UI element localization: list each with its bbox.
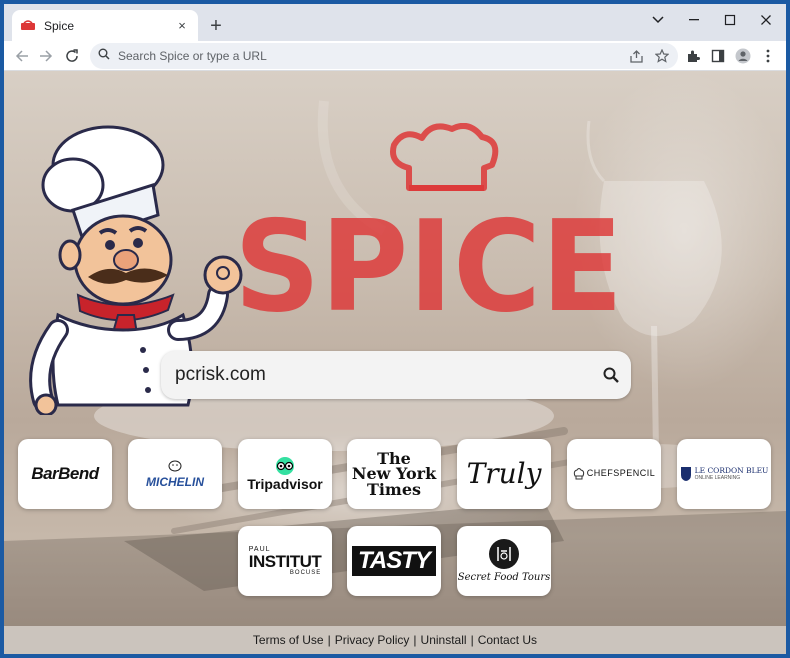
tab-strip: Spice × +	[4, 4, 786, 41]
terms-of-use-link[interactable]: Terms of Use	[253, 633, 324, 647]
tile-label: Secret Food Tours	[457, 572, 551, 584]
secret-food-tours-logo-icon	[488, 539, 519, 570]
contact-us-link[interactable]: Contact Us	[478, 633, 537, 647]
tile-label: MICHELIN	[146, 474, 204, 489]
spice-favicon-icon	[20, 18, 36, 34]
tile-secret-food-tours[interactable]: Secret Food Tours	[457, 526, 551, 596]
tile-tasty[interactable]: TASTY	[347, 526, 441, 596]
tile-label-line2: INSTITUT	[248, 552, 322, 571]
uninstall-link[interactable]: Uninstall	[421, 633, 467, 647]
tile-le-cordon-bleu[interactable]: LE CORDON BLEU ONLINE LEARNING	[677, 439, 771, 509]
tile-paul-institut-bocuse[interactable]: PAUL INSTITUT BOCUSE	[238, 526, 332, 596]
tile-label: Truly	[466, 457, 542, 491]
back-icon[interactable]	[10, 44, 34, 68]
tab-close-icon[interactable]: ×	[174, 18, 190, 34]
tab-title: Spice	[44, 18, 75, 33]
minimize-icon[interactable]	[676, 8, 712, 32]
tile-truly[interactable]: Truly	[457, 439, 551, 509]
chef-hat-icon	[573, 468, 584, 480]
michelin-man-icon	[168, 460, 182, 472]
privacy-policy-link[interactable]: Privacy Policy	[335, 633, 410, 647]
browser-toolbar: Search Spice or type a URL	[4, 41, 786, 71]
menu-icon[interactable]	[757, 45, 779, 67]
star-icon[interactable]	[652, 46, 672, 66]
address-bar-placeholder: Search Spice or type a URL	[118, 49, 267, 63]
maximize-icon[interactable]	[712, 8, 748, 32]
tile-label: TASTY	[352, 546, 436, 576]
tile-label: BarBend	[31, 464, 99, 484]
footer: Terms of Use | Privacy Policy | Uninstal…	[4, 626, 786, 654]
new-tab-page: SPICE BarBend MICHELIN Tripadvisor	[4, 71, 786, 654]
crest-icon	[680, 467, 691, 481]
footer-separator: |	[470, 633, 474, 647]
new-tab-button[interactable]: +	[204, 14, 228, 38]
search-input[interactable]	[175, 364, 591, 386]
address-bar[interactable]: Search Spice or type a URL	[90, 43, 678, 69]
search-icon[interactable]	[591, 355, 631, 395]
search-box	[161, 351, 631, 399]
extensions-icon[interactable]	[682, 45, 704, 67]
spice-logo-text: SPICE	[234, 194, 624, 341]
browser-window: Spice × + Search Spice or type a URL SPI…	[4, 4, 786, 654]
profile-icon[interactable]	[732, 45, 754, 67]
share-icon[interactable]	[626, 46, 646, 66]
tile-label-line3: Times	[366, 479, 422, 499]
tab-spice[interactable]: Spice ×	[12, 10, 198, 41]
tile-label-line2: ONLINE LEARNING	[694, 474, 741, 481]
search-icon	[98, 47, 110, 65]
footer-separator: |	[327, 633, 331, 647]
tile-label-line1: LE CORDON BLEU	[694, 465, 769, 475]
tile-chefs-pencil[interactable]: CHEFSPENCIL	[567, 439, 661, 509]
forward-icon[interactable]	[34, 44, 58, 68]
tile-new-york-times[interactable]: The New York Times	[347, 439, 441, 509]
tile-michelin[interactable]: MICHELIN	[128, 439, 222, 509]
footer-separator: |	[413, 633, 417, 647]
close-icon[interactable]	[748, 8, 784, 32]
owl-icon	[276, 456, 294, 475]
tile-label: CHEFSPENCIL	[586, 468, 656, 479]
tile-barbend[interactable]: BarBend	[18, 439, 112, 509]
spice-logo: SPICE	[234, 123, 623, 340]
reload-icon[interactable]	[60, 44, 84, 68]
side-panel-icon[interactable]	[707, 45, 729, 67]
chevron-down-icon[interactable]	[640, 8, 676, 32]
tile-label: Tripadvisor	[247, 475, 323, 492]
tile-tripadvisor[interactable]: Tripadvisor	[238, 439, 332, 509]
